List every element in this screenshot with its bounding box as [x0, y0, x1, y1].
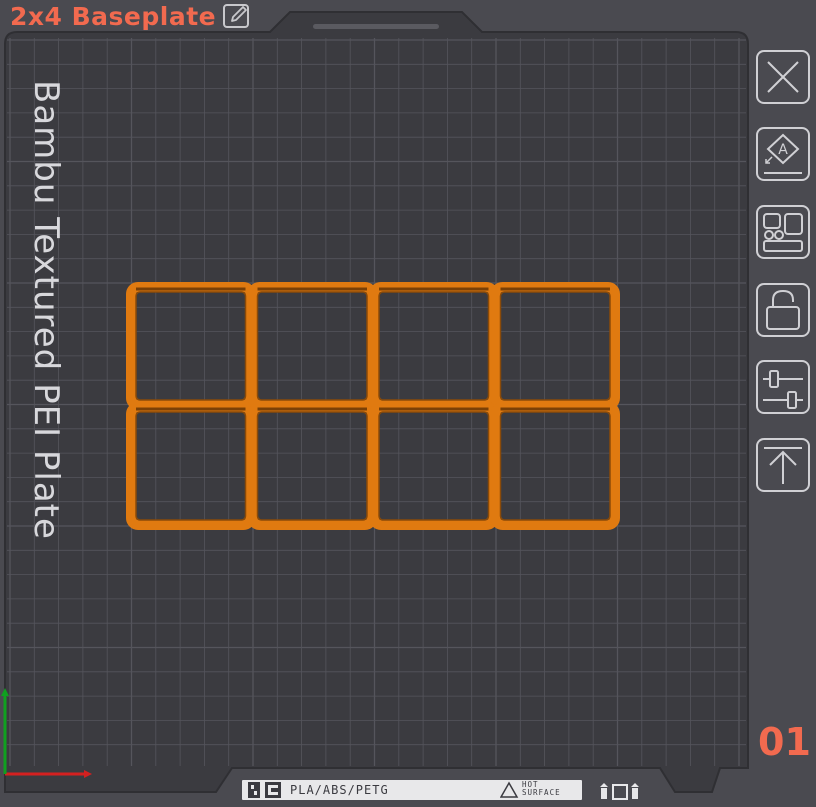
- plate-canvas[interactable]: [0, 0, 816, 807]
- plate-view: 2x4 Baseplate Bambu Textured PEI Plate A: [0, 0, 816, 807]
- move-to-top-button[interactable]: [756, 438, 810, 492]
- svg-text:A: A: [778, 142, 788, 158]
- settings-sliders-icon: [763, 370, 803, 409]
- hot-surface-icon: [500, 781, 519, 798]
- edit-icon: [223, 4, 249, 28]
- hot-line-2: SURFACE: [522, 788, 561, 797]
- auto-orient-icon: A: [764, 133, 802, 174]
- move-to-top-icon: [764, 447, 802, 484]
- plate-settings-button[interactable]: [756, 360, 810, 414]
- plate-material-strip: PLA/ABS/PETG HOT SURFACE: [242, 780, 582, 800]
- lock-plate-button[interactable]: [756, 283, 810, 337]
- close-plate-button[interactable]: [756, 50, 810, 104]
- material-compat-label: PLA/ABS/PETG: [290, 783, 389, 797]
- plate-title: 2x4 Baseplate: [10, 2, 217, 31]
- auto-orient-button[interactable]: A: [756, 127, 810, 181]
- lock-icon: [766, 289, 800, 330]
- edit-title-button[interactable]: [222, 2, 252, 30]
- plate-handle: [313, 24, 439, 29]
- plate-badge-icon: [248, 782, 281, 798]
- plate-type-label: Bambu Textured PEI Plate: [26, 80, 66, 540]
- plate-index: 01: [758, 720, 811, 764]
- plate-side-icons: [600, 783, 639, 800]
- arrange-button[interactable]: [756, 205, 810, 259]
- close-icon: [767, 61, 799, 93]
- hot-surface-label: HOT SURFACE: [522, 781, 561, 797]
- arrange-icon: [763, 213, 803, 252]
